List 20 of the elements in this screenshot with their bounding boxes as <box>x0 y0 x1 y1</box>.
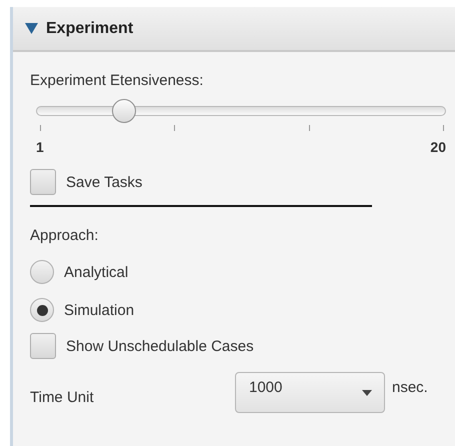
slider-thumb[interactable] <box>112 99 136 123</box>
checkbox-label: Show Unschedulable Cases <box>66 338 254 354</box>
radio-label: Simulation <box>64 302 134 318</box>
max-label: 20 <box>430 139 446 155</box>
panel-title: Experiment <box>46 20 134 38</box>
section-label: Approach: <box>30 227 98 244</box>
time-unit-dropdown[interactable]: 1000 <box>235 372 385 413</box>
checkbox[interactable] <box>30 333 56 359</box>
caret-icon <box>362 390 372 396</box>
field-label: Time Unit <box>30 389 95 406</box>
radio-button[interactable] <box>30 298 54 322</box>
min-label: 1 <box>36 139 44 155</box>
checkbox[interactable] <box>30 169 56 195</box>
checkbox-label: Save Tasks <box>66 174 142 190</box>
slider-label: Experiment Etensiveness: <box>30 72 204 89</box>
panel-header[interactable]: Experiment <box>13 7 455 52</box>
unit-label: nsec. <box>392 379 428 396</box>
radio-button[interactable] <box>30 260 54 284</box>
radio-label: Analytical <box>64 264 128 280</box>
slider[interactable] <box>36 99 446 123</box>
